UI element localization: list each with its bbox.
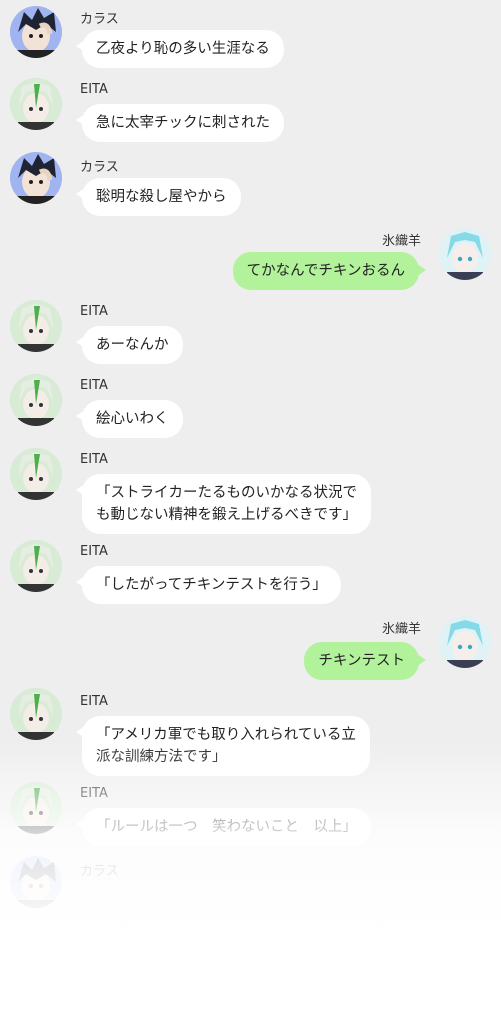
- message-row: カラス 乙夜より恥の多い生涯なる: [0, 0, 501, 72]
- message-row: EITA 急に太宰チックに刺された: [0, 74, 501, 146]
- message-bubble[interactable]: 聡明な殺し屋やから: [76, 178, 241, 216]
- eita-avatar[interactable]: [10, 782, 62, 834]
- crow-avatar[interactable]: [10, 152, 62, 204]
- message-row: EITA あーなんか: [0, 300, 501, 370]
- message-row: EITA 絵心いわく: [0, 374, 501, 444]
- sender-name: EITA: [80, 786, 108, 801]
- sender-name: 氷織羊: [381, 622, 421, 637]
- message-row: 氷織羊 てかなんでチキンおるん: [0, 226, 501, 296]
- message-bubble[interactable]: てかなんでチキンおるん: [232, 252, 427, 290]
- eita-avatar[interactable]: [10, 448, 62, 500]
- message-bubble[interactable]: あーなんか: [76, 326, 183, 364]
- eita-avatar[interactable]: [10, 374, 62, 426]
- message-row: EITA 「アメリカ軍でも取り入れられている立 派な訓練方法です」: [0, 688, 501, 778]
- chat-thread[interactable]: カラス 乙夜より恥の多い生涯なる EITA 急に太宰チックに刺された カラス 聡…: [0, 0, 501, 1024]
- message-row: EITA 「ルールは一つ 笑わないこと 以上」: [0, 782, 501, 852]
- message-bubble[interactable]: 急に太宰チックに刺された: [76, 104, 284, 142]
- message-bubble[interactable]: 「ルールは一つ 笑わないこと 以上」: [76, 808, 371, 846]
- eita-avatar[interactable]: [10, 688, 62, 740]
- hiori-avatar[interactable]: [439, 228, 491, 280]
- sender-name: カラス: [80, 12, 119, 27]
- message-row: 氷織羊 チキンテスト: [0, 614, 501, 686]
- sender-name: EITA: [80, 452, 108, 467]
- eita-avatar[interactable]: [10, 540, 62, 592]
- message-row: カラス: [0, 856, 501, 926]
- message-bubble[interactable]: 絵心いわく: [76, 400, 183, 438]
- sender-name: EITA: [80, 544, 108, 559]
- message-bubble[interactable]: 「アメリカ軍でも取り入れられている立 派な訓練方法です」: [76, 716, 370, 776]
- message-bubble[interactable]: 乙夜より恥の多い生涯なる: [76, 30, 284, 68]
- message-bubble[interactable]: チキンテスト: [304, 642, 426, 680]
- sender-name: 氷織羊: [381, 234, 421, 249]
- crow-avatar[interactable]: [10, 6, 62, 58]
- sender-name: EITA: [80, 82, 108, 97]
- crow-avatar[interactable]: [10, 856, 62, 908]
- eita-avatar[interactable]: [10, 300, 62, 352]
- message-row: EITA 「したがってチキンテストを行う」: [0, 540, 501, 610]
- sender-name: カラス: [80, 160, 119, 175]
- sender-name: EITA: [80, 694, 108, 709]
- message-row: カラス 聡明な殺し屋やから: [0, 150, 501, 222]
- message-row: EITA 「ストライカーたるものいかなる状況で も動じない精神を鍛え上げるべきで…: [0, 448, 501, 536]
- message-bubble[interactable]: 「ストライカーたるものいかなる状況で も動じない精神を鍛え上げるべきです」: [76, 474, 371, 534]
- message-bubble[interactable]: 「したがってチキンテストを行う」: [76, 566, 341, 604]
- sender-name: EITA: [80, 304, 108, 319]
- sender-name: カラス: [80, 864, 119, 879]
- eita-avatar[interactable]: [10, 78, 62, 130]
- sender-name: EITA: [80, 378, 108, 393]
- hiori-avatar[interactable]: [439, 616, 491, 668]
